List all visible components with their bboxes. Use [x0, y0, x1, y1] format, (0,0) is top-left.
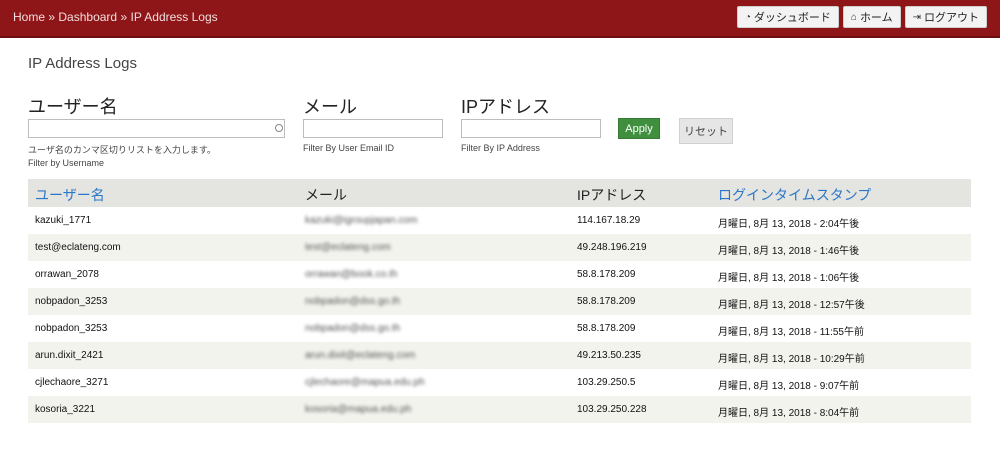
table-row: nobpadon_3253 nobpadon@dss.go.th 58.8.178.…: [28, 288, 971, 315]
top-buttons: ◔ ダッシュボード ⌂ ホーム ⇥ ログアウト: [736, 6, 987, 28]
logout-button-label: ログアウト: [924, 12, 979, 24]
cell-email: kazuki@igroupjapan.com: [305, 215, 418, 226]
cell-ip: 49.213.50.235: [577, 350, 641, 361]
top-bar: Home » Dashboard » IP Address Logs ◔ ダッシ…: [0, 0, 1000, 38]
cell-email: kosoria@mapua.edu.ph: [305, 404, 412, 415]
page-title: IP Address Logs: [28, 55, 137, 72]
cell-ip: 103.29.250.5: [577, 377, 636, 388]
ip-filter-help: Filter By IP Address: [461, 143, 540, 153]
column-header-ip: IPアドレス: [577, 187, 647, 203]
cell-ip: 49.248.196.219: [577, 242, 647, 253]
breadcrumb: Home » Dashboard » IP Address Logs: [13, 10, 218, 24]
cell-login-timestamp: 月曜日, 8月 13, 2018 - 8:04午前: [718, 408, 860, 419]
dashboard-icon: ◔: [744, 11, 751, 23]
home-button-label: ホーム: [859, 12, 893, 24]
cell-username: nobpadon_3253: [35, 296, 108, 307]
email-filter-help: Filter By User Email ID: [303, 143, 395, 153]
username-filter-help-en: Filter by Username: [28, 158, 105, 168]
ip-filter-input[interactable]: [461, 119, 601, 138]
cell-ip: 58.8.178.209: [577, 269, 636, 280]
breadcrumb-separator: »: [48, 10, 56, 24]
home-button[interactable]: ⌂ ホーム: [842, 6, 901, 28]
breadcrumb-home[interactable]: Home: [13, 10, 45, 24]
cell-login-timestamp: 月曜日, 8月 13, 2018 - 1:06午後: [718, 273, 860, 284]
cell-login-timestamp: 月曜日, 8月 13, 2018 - 2:04午後: [718, 219, 860, 230]
logout-icon: ⇥: [912, 11, 921, 23]
cell-username: arun.dixit_2421: [35, 350, 104, 361]
cell-email: test@eclateng.com: [305, 242, 391, 253]
dashboard-button[interactable]: ◔ ダッシュボード: [736, 6, 839, 28]
cell-ip: 103.29.250.228: [577, 404, 647, 415]
cell-login-timestamp: 月曜日, 8月 13, 2018 - 12:57午後: [718, 300, 865, 311]
table-body: kazuki_1771 kazuki@igroupjapan.com 114.167…: [28, 207, 971, 423]
breadcrumb-separator: »: [120, 10, 128, 24]
reset-button[interactable]: リセット: [679, 118, 733, 144]
username-filter-label: ユーザー名: [28, 97, 118, 117]
username-filter-help: ユーザ名のカンマ区切りリストを入力します。: [28, 145, 216, 155]
cell-email: nobpadon@dss.go.th: [305, 323, 401, 334]
table-row: orrawan_2078 orrawan@book.co.th 58.8.178.2…: [28, 261, 971, 288]
cell-username: nobpadon_3253: [35, 323, 108, 334]
breadcrumb-current: IP Address Logs: [130, 10, 218, 24]
cell-username: kosoria_3221: [35, 404, 96, 415]
cell-username: kazuki_1771: [35, 215, 92, 226]
ip-log-table: ユーザー名 メール IPアドレス ログインタイムスタンプ kazuki_1771…: [28, 179, 971, 423]
cell-username: cjlechaore_3271: [35, 377, 109, 388]
cell-email: orrawan@book.co.th: [305, 269, 398, 280]
cell-email: nobpadon@dss.go.th: [305, 296, 401, 307]
cell-login-timestamp: 月曜日, 8月 13, 2018 - 11:55午前: [718, 327, 864, 338]
home-icon: ⌂: [850, 11, 857, 23]
logout-button[interactable]: ⇥ ログアウト: [904, 6, 987, 28]
cell-ip: 58.8.178.209: [577, 323, 636, 334]
table-row: kosoria_3221 kosoria@mapua.edu.ph 103.29.2…: [28, 396, 971, 423]
cell-ip: 58.8.178.209: [577, 296, 636, 307]
cell-ip: 114.167.18.29: [577, 215, 641, 226]
table-row: nobpadon_3253 nobpadon@dss.go.th 58.8.178.…: [28, 315, 971, 342]
cell-login-timestamp: 月曜日, 8月 13, 2018 - 9:07午前: [718, 381, 860, 392]
table-header: ユーザー名 メール IPアドレス ログインタイムスタンプ: [28, 179, 971, 207]
cell-email: cjlechaore@mapua.edu.ph: [305, 377, 425, 388]
table-row: arun.dixit_2421 arun.dixit@eclateng.com 49…: [28, 342, 971, 369]
cell-username: test@eclateng.com: [35, 242, 121, 253]
dashboard-button-label: ダッシュボード: [753, 12, 831, 24]
table-row: cjlechaore_3271 cjlechaore@mapua.edu.ph 10…: [28, 369, 971, 396]
cell-username: orrawan_2078: [35, 269, 99, 280]
username-filter-input[interactable]: [28, 119, 285, 138]
ip-filter-label: IPアドレス: [461, 97, 551, 117]
column-header-email: メール: [305, 187, 347, 203]
table-row: kazuki_1771 kazuki@igroupjapan.com 114.167…: [28, 207, 971, 234]
table-row: test@eclateng.com test@eclateng.com 49.248…: [28, 234, 971, 261]
email-filter-input[interactable]: [303, 119, 443, 138]
column-header-login-timestamp[interactable]: ログインタイムスタンプ: [718, 185, 871, 205]
column-header-username[interactable]: ユーザー名: [35, 185, 105, 205]
apply-button[interactable]: Apply: [618, 118, 660, 139]
cell-login-timestamp: 月曜日, 8月 13, 2018 - 1:46午後: [718, 246, 860, 257]
cell-email: arun.dixit@eclateng.com: [305, 350, 416, 361]
autocomplete-indicator-icon: [275, 124, 283, 132]
email-filter-label: メール: [303, 97, 357, 117]
breadcrumb-dashboard[interactable]: Dashboard: [58, 10, 117, 24]
cell-login-timestamp: 月曜日, 8月 13, 2018 - 10:29午前: [718, 354, 865, 365]
